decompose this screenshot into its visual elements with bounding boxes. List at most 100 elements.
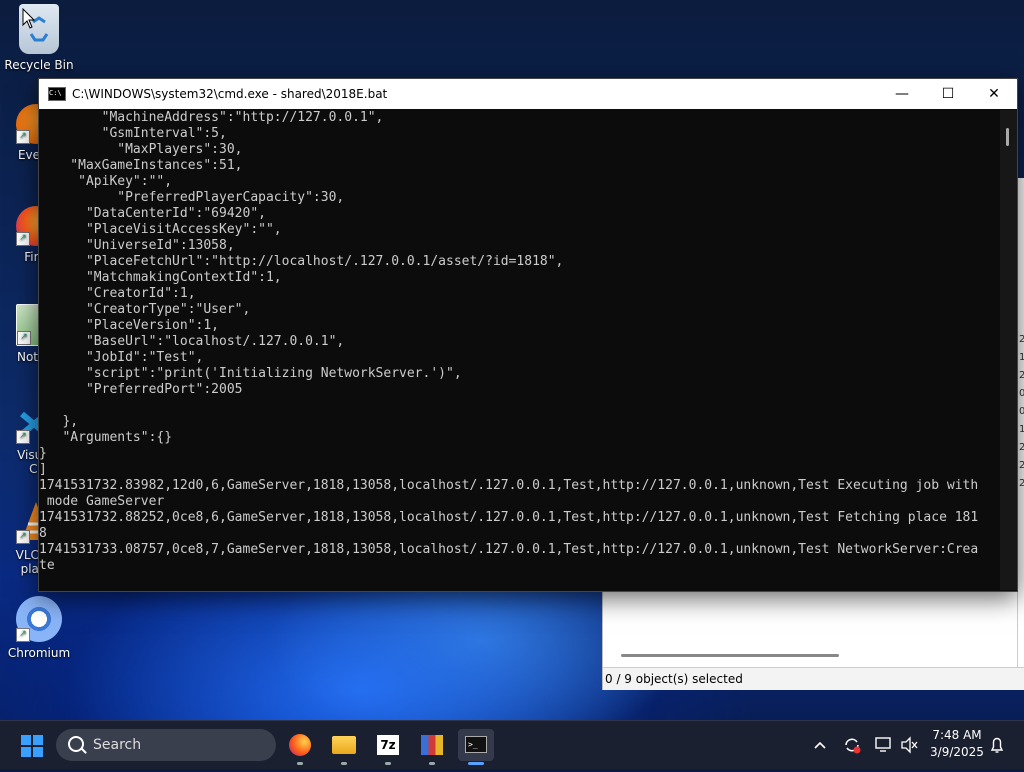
selection-status: 0 / 9 object(s) selected <box>605 672 743 686</box>
shortcut-arrow-icon: ↗ <box>16 130 30 144</box>
search-icon <box>68 736 84 752</box>
desktop-icon-recycle-bin[interactable]: Recycle Bin <box>1 4 77 72</box>
desktop-icon-label: Recycle Bin <box>4 58 74 72</box>
running-indicator <box>297 762 303 765</box>
console-line: "BaseUrl":"localhost/.127.0.0.1", <box>39 334 345 349</box>
console-line: "ApiKey":"", <box>39 174 173 189</box>
cut-off-cell: 29 <box>1019 460 1024 471</box>
cut-off-cell: 07 <box>1019 406 1024 417</box>
bell-icon <box>990 737 1004 753</box>
desktop-icon-chromium[interactable]: ↗ Chromium <box>1 596 77 660</box>
console-line: "JobId":"Test", <box>39 350 204 365</box>
show-hidden-icons-button[interactable] <box>812 721 828 769</box>
desktop-icon-label: Chromium <box>7 646 71 660</box>
search-box[interactable]: Search <box>56 729 276 761</box>
console-line: "PlaceFetchUrl":"http://localhost/.127.0… <box>39 254 564 269</box>
network-status-button[interactable] <box>874 721 894 769</box>
status-bar: 0 / 9 object(s) selected <box>603 667 1024 690</box>
console-line: "CreatorType":"User", <box>39 302 251 317</box>
console-line: "DataCenterId":"69420", <box>39 206 266 221</box>
shortcut-arrow-icon: ↗ <box>16 232 30 246</box>
console-line: "script":"print('Initializing NetworkSer… <box>39 366 462 381</box>
console-line: 8 <box>39 526 47 541</box>
winrar-icon <box>421 735 443 755</box>
7zip-icon: 7z <box>377 735 399 755</box>
cmd-window[interactable]: C:\ C:\WINDOWS\system32\cmd.exe - shared… <box>38 78 1018 592</box>
maximize-icon: ☐ <box>941 86 955 102</box>
console-line: 1741531732.88252,0ce8,6,GameServer,1818,… <box>39 510 979 525</box>
maximize-button[interactable]: ☐ <box>925 79 971 109</box>
console-line: te <box>39 558 55 573</box>
sync-alert-icon <box>845 738 861 754</box>
console-line: "CreatorId":1, <box>39 286 196 301</box>
console-line: 1741531733.08757,0ce8,7,GameServer,1818,… <box>39 542 979 557</box>
shortcut-arrow-icon: ↗ <box>16 628 30 642</box>
taskbar-firefox[interactable] <box>282 729 318 765</box>
scrollbar-thumb[interactable] <box>1006 128 1009 146</box>
chevron-up-icon <box>814 741 826 749</box>
running-indicator <box>341 762 347 765</box>
running-indicator <box>429 762 435 765</box>
minimize-icon: — <box>895 86 909 102</box>
console-line: "UniverseId":13058, <box>39 238 235 253</box>
taskbar-terminal[interactable]: >_ <box>458 729 494 765</box>
terminal-icon: >_ <box>465 736 487 753</box>
console-line: "PlaceVersion":1, <box>39 318 220 333</box>
cut-off-cell: 29 <box>1019 442 1024 453</box>
console-line: "MachineAddress":"http://127.0.0.1", <box>39 110 384 125</box>
cmd-app-icon: C:\ <box>48 87 66 101</box>
vertical-scrollbar[interactable] <box>1000 110 1017 590</box>
cut-off-cell: 17 <box>1019 424 1024 435</box>
active-indicator <box>468 762 484 765</box>
console-line: "Arguments":{} <box>39 430 173 445</box>
running-indicator <box>385 762 391 765</box>
speaker-muted-icon <box>901 736 918 754</box>
taskbar: Search 7z >_ 7:48 AM 3/9/2025 <box>0 720 1024 769</box>
console-line: "MatchmakingContextId":1, <box>39 270 282 285</box>
console-line: "PreferredPlayerCapacity":30, <box>39 190 345 205</box>
window-title: C:\WINDOWS\system32\cmd.exe - shared\201… <box>72 87 388 101</box>
chromium-icon: ↗ <box>16 596 62 642</box>
close-icon: ✕ <box>988 86 1000 102</box>
clock[interactable]: 7:48 AM 3/9/2025 <box>922 727 992 761</box>
console-line: "MaxGameInstances":51, <box>39 158 243 173</box>
console-line: 1741531732.83982,12d0,6,GameServer,1818,… <box>39 478 979 493</box>
firefox-icon <box>289 734 311 756</box>
close-button[interactable]: ✕ <box>971 79 1017 109</box>
file-explorer-icon <box>332 736 356 754</box>
mouse-cursor-icon <box>22 8 36 29</box>
console-output[interactable]: "MachineAddress":"http://127.0.0.1", "Gs… <box>39 110 999 590</box>
shortcut-arrow-icon: ↗ <box>16 530 30 544</box>
taskbar-file-explorer[interactable] <box>326 729 362 765</box>
clock-date: 3/9/2025 <box>930 745 984 759</box>
terminal-icon-text: >_ <box>468 740 478 749</box>
console-line: ] <box>39 462 47 477</box>
cut-off-cell: 29 <box>1019 370 1024 381</box>
clock-time: 7:48 AM <box>932 728 982 742</box>
horizontal-scrollbar[interactable] <box>621 654 839 657</box>
network-icon <box>875 737 891 752</box>
console-line: }, <box>39 414 79 429</box>
cut-off-cell: 17 <box>1019 352 1024 363</box>
console-line: } <box>39 446 47 461</box>
search-label: Search <box>93 737 142 753</box>
shortcut-arrow-icon: ↗ <box>17 331 31 345</box>
console-line: "PlaceVisitAccessKey":"", <box>39 222 282 237</box>
start-button[interactable] <box>21 735 43 757</box>
minimize-button[interactable]: — <box>879 79 925 109</box>
volume-button[interactable] <box>900 721 918 769</box>
title-bar[interactable]: C:\ C:\WINDOWS\system32\cmd.exe - shared… <box>39 79 1017 109</box>
taskbar-winrar[interactable] <box>414 729 450 765</box>
cut-off-cell: 29 <box>1019 478 1024 489</box>
tray-update-icon[interactable] <box>842 721 862 769</box>
notifications-button[interactable] <box>988 721 1006 769</box>
console-line: "PreferredPort":2005 <box>39 382 243 397</box>
console-line: "MaxPlayers":30, <box>39 142 243 157</box>
7zip-icon-text: 7z <box>380 738 396 752</box>
shortcut-arrow-icon: ↗ <box>16 430 30 444</box>
taskbar-7zip[interactable]: 7z <box>370 729 406 765</box>
cut-off-cell: 08 <box>1019 388 1024 399</box>
console-line: mode GameServer <box>39 494 165 509</box>
console-line: "GsmInterval":5, <box>39 126 227 141</box>
